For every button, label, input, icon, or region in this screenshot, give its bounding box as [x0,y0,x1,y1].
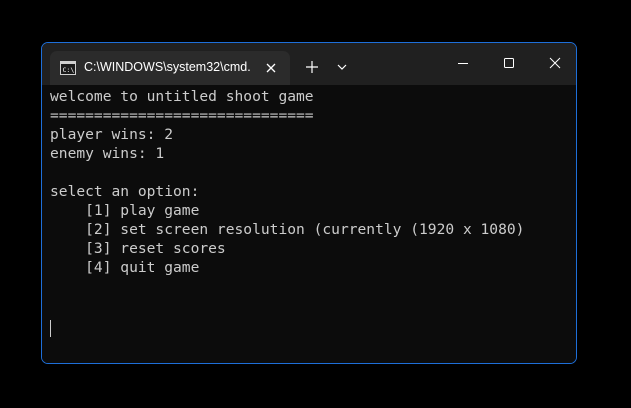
console-line: player wins: 2 [50,126,174,143]
maximize-icon [504,58,514,68]
terminal-window: C:\ C:\WINDOWS\system32\cmd. welcome to … [41,42,577,364]
console-line: ============================== [50,107,314,124]
close-icon [549,57,561,69]
close-window-button[interactable] [532,43,576,83]
console-line: enemy wins: 1 [50,145,165,162]
console-output: welcome to untitled shoot game =========… [50,87,524,277]
console-line: [2] set screen resolution (currently (19… [50,221,525,238]
console-line: [3] reset scores [50,240,226,257]
console-line: [4] quit game [50,259,200,276]
maximize-button[interactable] [486,43,532,83]
console-line: [1] play game [50,202,200,219]
console-line: welcome to untitled shoot game [50,88,314,105]
minimize-button[interactable] [440,43,486,83]
chevron-down-icon[interactable] [332,56,352,78]
console-line: select an option: [50,183,200,200]
new-tab-plus-icon[interactable] [300,56,324,78]
text-cursor [50,320,51,337]
svg-text:C:\: C:\ [63,66,75,74]
cmd-icon: C:\ [60,61,76,75]
tab-close-icon[interactable] [263,60,279,76]
minimize-icon [458,63,468,64]
tab-cmd[interactable]: C:\ C:\WINDOWS\system32\cmd. [50,51,290,85]
title-bar[interactable]: C:\ C:\WINDOWS\system32\cmd. [42,43,576,85]
tab-title: C:\WINDOWS\system32\cmd. [84,60,251,74]
